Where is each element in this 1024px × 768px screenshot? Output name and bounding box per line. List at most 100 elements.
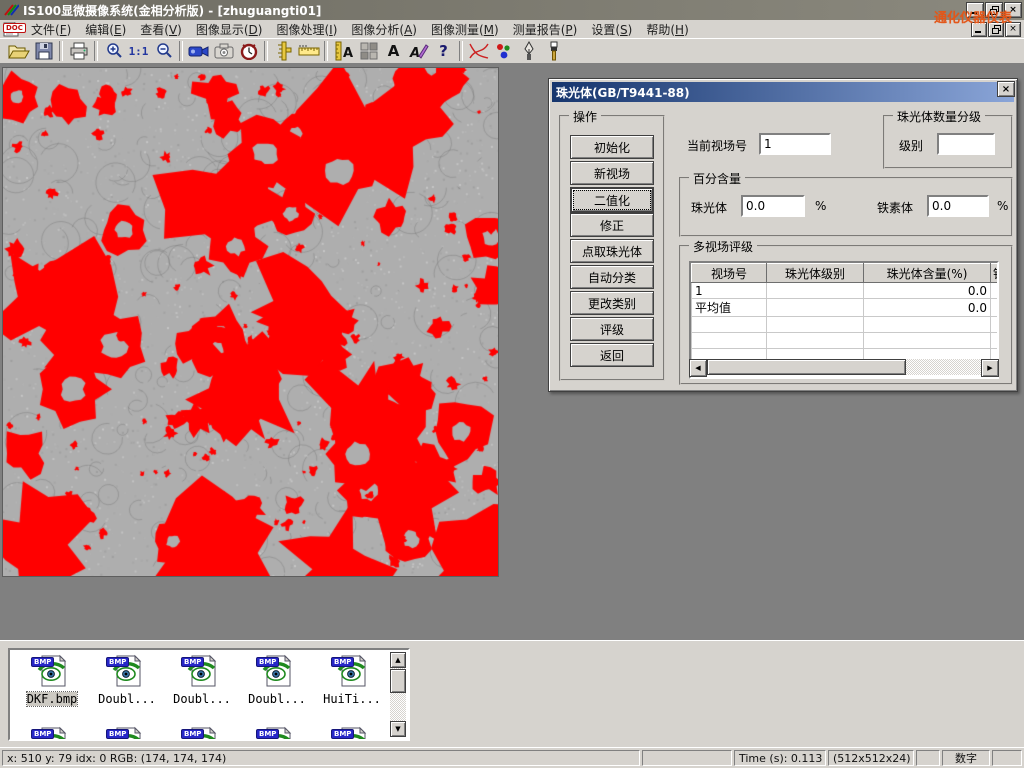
dialog-button-点取珠光体[interactable]: 点取珠光体	[570, 239, 654, 263]
file-name[interactable]: Doubl...	[248, 692, 306, 706]
table-header-珠光体含量(%)[interactable]: 珠光体含量(%)	[864, 264, 991, 283]
ferrite-label: 铁素体	[877, 199, 913, 216]
ruler-icon[interactable]	[296, 40, 321, 63]
file-item[interactable]: BMP	[316, 726, 388, 741]
dialog-button-更改类别[interactable]: 更改类别	[570, 291, 654, 315]
table-header-珠光体级别[interactable]: 珠光体级别	[767, 264, 864, 283]
text-annotation-icon[interactable]: A	[381, 40, 406, 63]
measure-text-icon[interactable]: A	[331, 40, 356, 63]
table-row[interactable]	[692, 333, 1000, 349]
file-name[interactable]: Doubl...	[173, 692, 231, 706]
binarized-micrograph-image[interactable]	[2, 67, 499, 577]
percent-group: 百分含量 珠光体 0.0 % 铁素体 0.0 %	[679, 177, 1013, 237]
scroll-thumb[interactable]	[707, 359, 906, 375]
scroll-down-icon[interactable]: ▼	[390, 721, 406, 737]
file-item[interactable]: BMP	[16, 726, 88, 741]
zoom-in-icon[interactable]	[101, 40, 126, 63]
file-item-Doubl...[interactable]: BMP Doubl...	[166, 654, 238, 707]
bmp-file-icon: BMP	[185, 654, 219, 688]
file-item-Doubl...[interactable]: BMPDoubl...	[91, 654, 163, 707]
file-item-DKF.bmp[interactable]: BMP DKF.bmp	[16, 654, 88, 707]
video-capture-icon[interactable]	[186, 40, 211, 63]
actual-size-icon[interactable]: 1:1	[126, 40, 151, 63]
document-icon[interactable]: DOC	[3, 22, 19, 37]
print-icon[interactable]	[66, 40, 91, 63]
caliper-icon[interactable]	[271, 40, 296, 63]
zoom-out-icon[interactable]	[151, 40, 176, 63]
scroll-up-icon[interactable]: ▲	[390, 652, 406, 668]
scroll-thumb[interactable]	[390, 669, 406, 693]
brush-tool-icon[interactable]	[541, 40, 566, 63]
table-hscrollbar[interactable]: ◀ ▶	[689, 359, 999, 375]
status-time: Time (s): 0.113	[734, 750, 826, 766]
menu-item-图像测量(M)[interactable]: 图像测量(M)	[424, 20, 506, 39]
file-item[interactable]: BMP	[166, 726, 238, 741]
current-field-input[interactable]: 1	[759, 133, 831, 155]
menu-item-查看(V)[interactable]: 查看(V)	[133, 20, 189, 39]
file-listbox[interactable]: BMP DKF.bmp BMP Doubl... BMP Doubl... BMP Do…	[8, 648, 410, 741]
save-icon[interactable]	[31, 40, 56, 63]
open-file-icon[interactable]	[6, 40, 31, 63]
timer-icon[interactable]	[236, 40, 261, 63]
grade-input[interactable]	[937, 133, 995, 155]
picker-pen-icon[interactable]	[516, 40, 541, 63]
dialog-title-bar[interactable]: 珠光体(GB/T9441-88)	[552, 82, 1014, 102]
table-header-铁素体含量(%)[interactable]: 铁素体含量(%)	[991, 264, 1000, 283]
toolbar-separator	[94, 41, 98, 61]
operation-buttons: 初始化新视场二值化修正点取珠光体自动分类更改类别评级返回	[567, 135, 657, 369]
dialog-title: 珠光体(GB/T9441-88)	[556, 84, 690, 101]
curve-tool-icon[interactable]	[466, 40, 491, 63]
file-item[interactable]: BMP	[91, 726, 163, 741]
file-item-Doubl...[interactable]: BMPDoubl...	[241, 654, 313, 707]
dialog-button-返回[interactable]: 返回	[570, 343, 654, 367]
dialog-button-评级[interactable]: 评级	[570, 317, 654, 341]
menu-item-帮助(H)[interactable]: 帮助(H)	[639, 20, 695, 39]
multifield-group-label: 多视场评级	[689, 238, 757, 255]
ferrite-input[interactable]: 0.0	[927, 195, 989, 217]
edit-annotation-icon[interactable]: A	[406, 40, 431, 63]
status-empty	[992, 750, 1022, 766]
status-mode: 数字	[942, 750, 990, 766]
scroll-track[interactable]	[707, 359, 981, 375]
vendor-watermark: 通化仪器仪表	[934, 7, 1012, 26]
camera-capture-icon[interactable]	[211, 40, 236, 63]
file-vscrollbar[interactable]: ▲ ▼	[390, 652, 406, 737]
bmp-file-icon: BMP	[35, 654, 69, 688]
percent-group-label: 百分含量	[689, 170, 745, 187]
file-name[interactable]: DKF.bmp	[27, 692, 78, 706]
file-name[interactable]: Doubl...	[98, 692, 156, 706]
toolbar-separator	[459, 41, 463, 61]
svg-text:A: A	[343, 46, 353, 61]
dialog-button-自动分类[interactable]: 自动分类	[570, 265, 654, 289]
menu-item-编辑(E)[interactable]: 编辑(E)	[78, 20, 133, 39]
dialog-button-修正[interactable]: 修正	[570, 213, 654, 237]
menu-item-图像显示(D)[interactable]: 图像显示(D)	[189, 20, 270, 39]
table-row[interactable]: 平均值 0.0	[692, 299, 1000, 317]
grid-measure-icon[interactable]	[356, 40, 381, 63]
file-item[interactable]: BMP	[241, 726, 313, 741]
cursor-status: x: 510 y: 79 idx: 0 RGB: (174, 174, 174)	[2, 750, 640, 766]
menu-item-文件(F)[interactable]: 文件(F)	[24, 20, 78, 39]
menu-item-设置(S)[interactable]: 设置(S)	[584, 20, 639, 39]
table-row[interactable]: 1 0.0	[692, 283, 1000, 299]
help-icon[interactable]: ?	[431, 40, 456, 63]
menu-item-测量报告(P)[interactable]: 测量报告(P)	[506, 20, 585, 39]
pearlite-input[interactable]: 0.0	[741, 195, 805, 217]
dialog-button-新视场[interactable]: 新视场	[570, 161, 654, 185]
operations-group-label: 操作	[569, 108, 601, 125]
scroll-right-icon[interactable]: ▶	[981, 359, 999, 377]
scroll-left-icon[interactable]: ◀	[689, 359, 707, 377]
file-name[interactable]: HuiTi...	[323, 692, 381, 706]
menu-item-图像分析(A)[interactable]: 图像分析(A)	[344, 20, 424, 39]
file-item-HuiTi...[interactable]: BMPHuiTi...	[316, 654, 388, 707]
table-header-视场号[interactable]: 视场号	[692, 264, 767, 283]
phase-particles-icon[interactable]	[491, 40, 516, 63]
dialog-close-icon[interactable]: ×	[997, 81, 1015, 97]
menu-item-图像处理(I)[interactable]: 图像处理(I)	[269, 20, 344, 39]
status-empty	[642, 750, 732, 766]
table-row[interactable]	[692, 317, 1000, 333]
dialog-button-二值化[interactable]: 二值化	[570, 187, 654, 213]
toolbar-separator	[324, 41, 328, 61]
toolbar-separator	[179, 41, 183, 61]
dialog-button-初始化[interactable]: 初始化	[570, 135, 654, 159]
